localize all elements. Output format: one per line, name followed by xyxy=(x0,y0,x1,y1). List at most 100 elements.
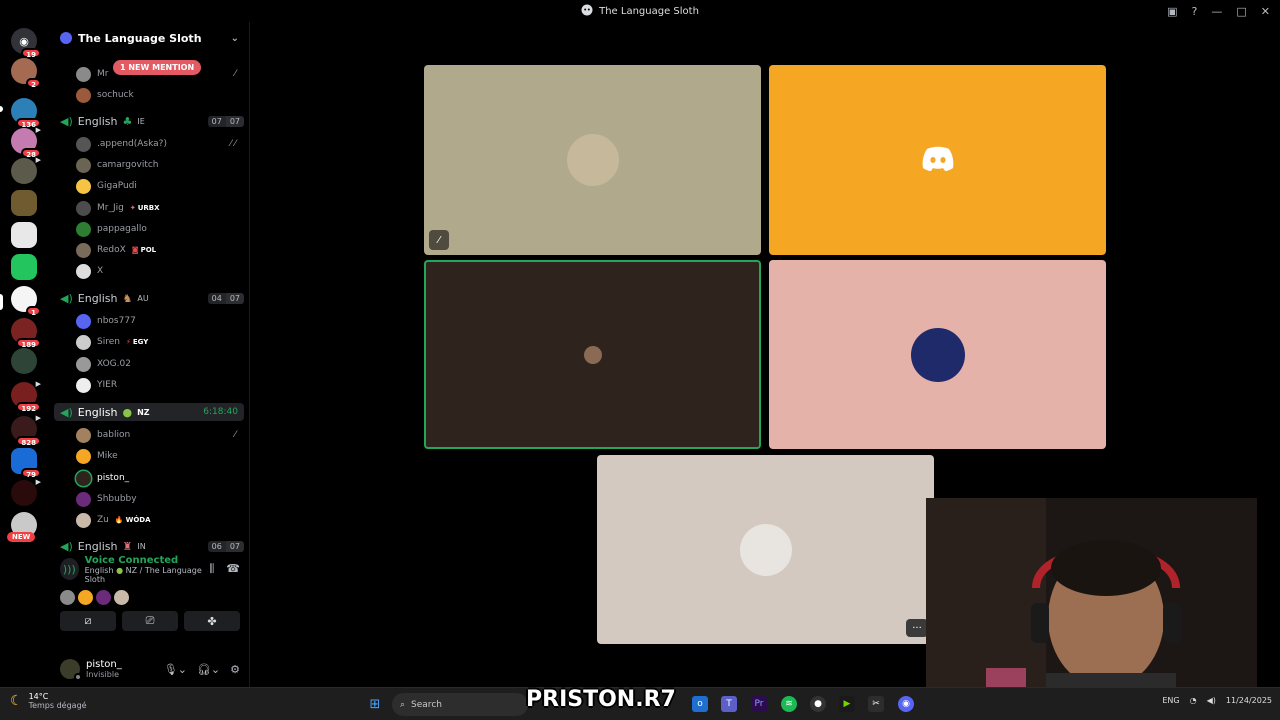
voice-channel-english-ie[interactable]: ◀) English ♣ IE 07 07 xyxy=(54,112,244,130)
voice-user[interactable]: camargovitch xyxy=(76,155,244,175)
inbox-icon[interactable]: ▣ xyxy=(1167,5,1177,18)
voice-user[interactable]: sochuck xyxy=(76,85,244,105)
discord-taskbar-icon[interactable]: ◉ xyxy=(898,696,914,712)
channel-flag: IN xyxy=(137,541,146,551)
volume-icon[interactable]: ◀) xyxy=(1207,696,1216,705)
participant-tile[interactable] xyxy=(597,455,934,644)
more-options-button[interactable]: ··· xyxy=(906,619,928,637)
voice-speaker-icon: ▶ xyxy=(35,156,41,164)
server-icon[interactable]: ▶ xyxy=(11,478,41,506)
obs-icon[interactable]: ● xyxy=(810,696,826,712)
server-icon[interactable] xyxy=(11,254,37,280)
avatar[interactable] xyxy=(78,590,93,605)
server-icon[interactable] xyxy=(11,222,37,248)
capcut-icon[interactable]: ▶ xyxy=(839,696,855,712)
voice-channel-english-in[interactable]: ◀) English ♜ IN 06 07 xyxy=(54,537,244,555)
guild-header[interactable]: The Language Sloth ⌄ xyxy=(50,22,249,54)
taskbar-search[interactable]: ⌕ Search xyxy=(392,693,528,716)
headphones-icon[interactable]: 🎧︎⌄ xyxy=(197,663,220,676)
avatar xyxy=(76,87,91,103)
clock-date[interactable]: 11/24/2025 xyxy=(1226,696,1272,705)
windows-start-icon[interactable]: ⊞ xyxy=(367,696,383,712)
microphone-icon[interactable]: 🎙︎⌄ xyxy=(164,663,187,676)
settings-gear-icon[interactable]: ⚙ xyxy=(230,663,240,676)
participant-tile[interactable] xyxy=(769,260,1106,449)
voice-user[interactable]: nbos777 xyxy=(76,311,244,331)
lang-indicator[interactable]: ENG xyxy=(1162,696,1179,705)
maximize-icon[interactable]: □ xyxy=(1236,5,1246,18)
server-icon[interactable] xyxy=(11,190,37,216)
voice-user[interactable]: bablion ⁄ xyxy=(76,425,244,445)
avatar xyxy=(76,313,91,329)
user-info[interactable]: piston_ Invisible xyxy=(86,659,122,679)
webcam-figure xyxy=(926,498,1257,702)
voice-user-name: XOG.02 xyxy=(97,359,131,369)
voice-user-self[interactable]: piston_ xyxy=(76,468,244,488)
server-icon[interactable]: ▶ xyxy=(11,156,41,184)
voice-user[interactable]: Mr_Jig ✦ URBX xyxy=(76,198,244,218)
voice-user-name: .append(Aska?) xyxy=(97,139,167,149)
participant-tile-speaking[interactable] xyxy=(424,260,761,449)
user-avatar[interactable] xyxy=(60,659,82,681)
signal-icon[interactable]: ))) xyxy=(60,558,79,580)
notification-badge: 2 xyxy=(26,78,41,89)
clan-tag-text: WÓDA xyxy=(125,516,151,524)
camera-off-button[interactable]: ⧄ xyxy=(60,611,116,631)
server-icon[interactable]: 136 xyxy=(11,98,41,129)
voice-user[interactable]: Mike xyxy=(76,446,244,466)
avatar[interactable] xyxy=(114,590,129,605)
server-icon[interactable] xyxy=(11,348,37,374)
dm-avatar[interactable]: 2 xyxy=(11,58,41,89)
clan-tag: ⚡ EGY xyxy=(126,338,148,346)
teams-icon[interactable]: T xyxy=(721,696,737,712)
snipping-tool-icon[interactable]: ✂ xyxy=(868,696,884,712)
voice-user-name: Mike xyxy=(97,451,118,461)
server-icon[interactable]: ▶ 828 xyxy=(11,414,41,447)
voice-user[interactable]: X xyxy=(76,261,244,281)
speaker-icon: ◀) xyxy=(60,539,73,553)
spotify-icon[interactable]: ≋ xyxy=(781,696,797,712)
channel-flag: AU xyxy=(137,293,149,303)
minimize-icon[interactable]: — xyxy=(1211,5,1222,18)
voice-channel-english-nz[interactable]: ◀) English ● NZ 6:18:40 xyxy=(54,403,244,421)
server-icon[interactable]: ▶ 28 xyxy=(11,126,41,159)
server-icon[interactable]: ▶ 192 xyxy=(11,380,41,413)
voice-user[interactable]: Shbubby xyxy=(76,489,244,509)
server-icon[interactable]: 189 xyxy=(11,318,41,349)
voice-user[interactable]: pappagallo xyxy=(76,219,244,239)
window-title: The Language Sloth xyxy=(599,5,699,17)
avatar[interactable] xyxy=(96,590,111,605)
close-icon[interactable]: ✕ xyxy=(1261,5,1270,18)
premiere-icon[interactable]: Pr xyxy=(751,696,767,712)
voice-user[interactable]: GigaPudi xyxy=(76,176,244,196)
share-screen-button[interactable]: ⎚ xyxy=(122,611,178,631)
new-mention-pill[interactable]: 1 NEW MENTION xyxy=(113,60,202,75)
avatar[interactable] xyxy=(60,590,75,605)
noise-suppression-icon[interactable]: ⫼ xyxy=(209,562,214,576)
guild-icon xyxy=(60,32,72,44)
home-button[interactable]: ◉ 19 xyxy=(11,28,41,59)
server-icon-language-sloth[interactable]: 1 xyxy=(11,286,41,317)
wifi-icon[interactable]: ◔ xyxy=(1190,696,1197,705)
voice-user[interactable]: Siren ⚡ EGY xyxy=(76,332,244,352)
help-icon[interactable]: ? xyxy=(1192,5,1198,18)
participant-tile[interactable] xyxy=(769,65,1106,255)
voice-user[interactable]: XOG.02 xyxy=(76,354,244,374)
voice-user[interactable]: RedoX ◙ POL xyxy=(76,240,244,260)
activities-button[interactable]: ✤ xyxy=(184,611,240,631)
weather-widget[interactable]: ☾ 14°C Temps dégagé xyxy=(10,692,87,710)
voice-status-title: Voice Connected xyxy=(84,554,179,566)
avatar xyxy=(76,377,91,393)
disconnect-icon[interactable]: ☎ xyxy=(226,562,240,576)
clover-emoji-icon: ♣ xyxy=(122,114,133,128)
voice-location[interactable]: English ● NZ / The Language Sloth xyxy=(85,566,204,584)
clan-icon: ◙ xyxy=(131,246,139,254)
voice-user[interactable]: YIER xyxy=(76,375,244,395)
participant-tile[interactable]: ⁄ xyxy=(424,65,761,255)
voice-user[interactable]: .append(Aska?) ⁄ ⁄ xyxy=(76,134,244,154)
voice-channel-english-au[interactable]: ◀) English ♞ AU 04 07 xyxy=(54,289,244,307)
outlook-icon[interactable]: o xyxy=(692,696,708,712)
avatar xyxy=(76,334,91,350)
server-icon[interactable]: 79 xyxy=(11,448,41,479)
voice-user[interactable]: Zu 🔥 WÓDA xyxy=(76,510,244,530)
